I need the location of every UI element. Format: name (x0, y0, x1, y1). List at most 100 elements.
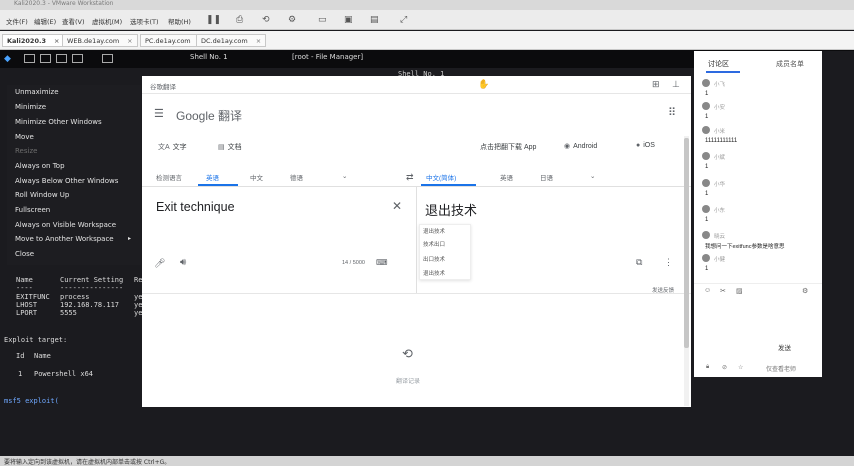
tab-members[interactable]: 成员名单 (776, 59, 804, 69)
mode-text-label: 文字 (172, 144, 187, 151)
more-options-icon[interactable]: ⋮ (664, 257, 673, 268)
drag-icon[interactable]: ✋ (478, 79, 489, 90)
menu-item-close[interactable]: Close (15, 250, 34, 258)
workspace-2-icon[interactable] (40, 54, 51, 63)
menu-edit[interactable]: 编辑(E) (34, 16, 56, 26)
tab-discussion[interactable]: 讨论区 (708, 59, 729, 69)
menu-item-move-workspace[interactable]: Move to Another Workspace (15, 235, 114, 243)
pushpin-icon[interactable]: ⊥ (672, 79, 680, 90)
message-author: 小华 (714, 182, 726, 188)
col-separator: --------------- (60, 284, 124, 292)
microphone-icon[interactable]: 🎤︎ (154, 258, 165, 269)
avatar (702, 126, 710, 134)
apps-grid-icon[interactable]: ⠿ (668, 106, 676, 119)
mode-docs-label: 文档 (227, 144, 242, 151)
menu-help[interactable]: 帮助(H) (168, 16, 191, 26)
filter-icon[interactable]: ⊘ (722, 364, 727, 371)
menu-item-move[interactable]: Move (15, 133, 34, 141)
keyboard-icon[interactable]: ⌨ (376, 258, 388, 267)
menu-view[interactable]: 查看(V) (62, 16, 85, 26)
message-text: 1 (705, 91, 709, 97)
source-lang-chinese[interactable]: 中文 (250, 172, 263, 182)
mode-text-button[interactable]: 文A 文字 (158, 142, 187, 152)
avatar (702, 152, 710, 160)
source-textarea[interactable]: Exit technique (156, 200, 235, 214)
google-translate-logo: Google 翻译 (176, 109, 243, 123)
toolbar-divider (142, 293, 691, 294)
panel-tab-shell[interactable]: Shell No. 1 (190, 53, 228, 61)
vm-tab-web[interactable]: WEB.de1ay.com × (62, 34, 138, 47)
snapshot-icon[interactable]: ⎙ (236, 15, 243, 25)
manage-icon[interactable]: ⚙ (288, 15, 296, 25)
menu-item-unmaximize[interactable]: Unmaximize (15, 88, 59, 96)
download-app-link[interactable]: 点击把翻下载 App (480, 142, 536, 152)
speaker-icon[interactable]: 🔊︎ (180, 257, 186, 268)
settings-icon[interactable]: ⚙ (802, 287, 808, 295)
menu-item-visible-workspace[interactable]: Always on Visible Workspace (15, 221, 116, 229)
msf-prompt: msf5 exploit( (4, 397, 59, 405)
workspace-4-icon[interactable] (72, 54, 83, 63)
source-lang-german[interactable]: 德语 (290, 172, 303, 182)
char-counter: 14 / 5000 (342, 260, 365, 266)
send-button[interactable]: 发送 (778, 342, 791, 352)
mode-docs-button[interactable]: ▤ 文档 (218, 142, 242, 152)
swap-languages-icon[interactable]: ⇄ (406, 172, 414, 183)
close-icon[interactable]: × (256, 37, 261, 45)
ios-link[interactable]: ● iOS (636, 142, 655, 149)
menu-item-minimize[interactable]: Minimize (15, 103, 46, 111)
scrollbar-thumb[interactable] (684, 138, 689, 348)
alt-translation[interactable]: 退出技术 (423, 227, 445, 235)
source-lang-detect[interactable]: 检测语言 (156, 172, 182, 182)
panel-tab-file-manager[interactable]: [root - File Manager] (292, 53, 363, 61)
close-icon[interactable]: × (127, 37, 132, 45)
view-icon[interactable]: ⤢ (400, 15, 407, 25)
menu-item-always-below[interactable]: Always Below Other Windows (15, 177, 118, 185)
source-lang-english[interactable]: 英语 (206, 172, 219, 182)
workspace-3-icon[interactable] (56, 54, 67, 63)
target-lang-japanese[interactable]: 日语 (540, 172, 553, 182)
fullscreen-icon[interactable]: ▭ (318, 15, 327, 25)
message-author: 小东 (714, 208, 726, 214)
pin-icon[interactable]: ⊞ (652, 79, 660, 90)
android-link[interactable]: ◉ Android (564, 142, 597, 150)
emoji-icon[interactable]: ☺ (704, 287, 711, 294)
source-lang-more-icon[interactable]: ⌄ (342, 172, 347, 180)
history-label[interactable]: 翻译记录 (396, 376, 420, 385)
target-lang-chinese[interactable]: 中文(简体) (426, 172, 456, 182)
copy-icon[interactable]: ⧉ (636, 257, 642, 268)
avatar (702, 102, 710, 110)
lock-icon[interactable]: 🔒︎ (706, 364, 709, 371)
target-lang-more-icon[interactable]: ⌄ (590, 172, 595, 180)
kali-logo-icon[interactable]: ◆ (4, 54, 15, 64)
close-icon[interactable]: × (54, 37, 59, 45)
scissors-icon[interactable]: ✂ (720, 287, 726, 295)
alt-translation[interactable]: 出口技术 (423, 255, 445, 263)
workspace-1-icon[interactable] (24, 54, 35, 63)
target-lang-english[interactable]: 英语 (500, 172, 513, 182)
menu-tabs[interactable]: 选项卡(T) (130, 16, 159, 26)
teacher-only-toggle[interactable]: 仅查看老师 (766, 364, 796, 373)
image-icon[interactable]: ▨ (736, 287, 743, 295)
menu-item-always-on-top[interactable]: Always on Top (15, 162, 65, 170)
submenu-arrow-icon: ▸ (128, 235, 132, 242)
unity-icon[interactable]: ▣ (344, 15, 353, 25)
revert-icon[interactable]: ⟲ (262, 15, 270, 25)
vm-tab-kali[interactable]: Kali2020.3 × (2, 34, 65, 47)
menu-item-minimize-others[interactable]: Minimize Other Windows (15, 118, 102, 126)
menu-file[interactable]: 文件(F) (6, 16, 28, 26)
history-icon[interactable]: ⟲ (402, 346, 413, 362)
alt-translation[interactable]: 技术出口 (423, 240, 445, 248)
menu-item-roll-up[interactable]: Roll Window Up (15, 191, 69, 199)
vm-tab-dc[interactable]: DC.de1ay.com × (196, 34, 267, 47)
translate-titlebar[interactable]: 谷歌翻译 ✋ ⊞ ⊥ (142, 76, 691, 94)
menu-vm[interactable]: 虚拟机(M) (92, 16, 122, 26)
terminal-launcher-icon[interactable] (102, 54, 113, 63)
translate-icon: 文A (158, 144, 170, 151)
pause-icon[interactable]: ❚❚ (206, 15, 221, 25)
menu-item-fullscreen[interactable]: Fullscreen (15, 206, 50, 214)
alt-translation[interactable]: 退出技术 (423, 269, 445, 277)
clear-source-icon[interactable]: ✕ (392, 199, 402, 213)
star-icon[interactable]: ☆ (738, 364, 743, 371)
console-icon[interactable]: ▤ (370, 15, 379, 25)
hamburger-icon[interactable]: ☰ (154, 107, 164, 120)
